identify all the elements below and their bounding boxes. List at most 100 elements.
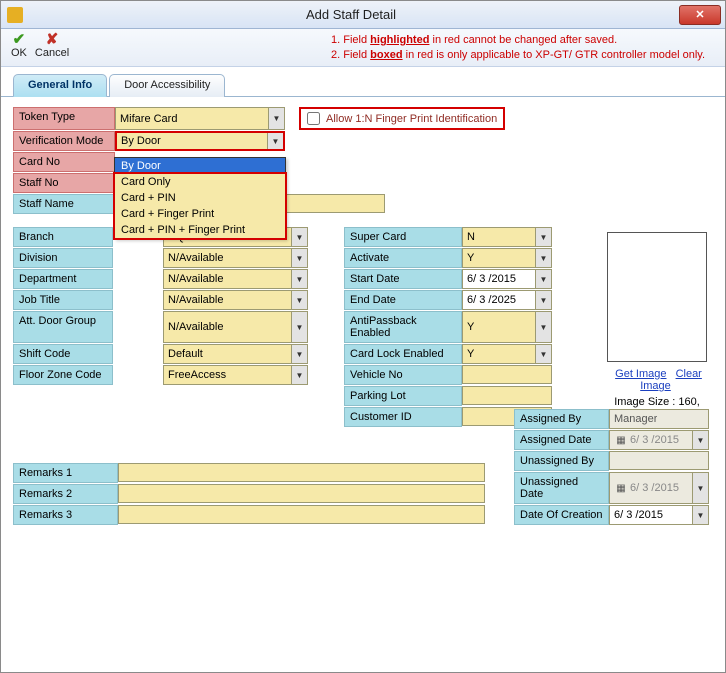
chevron-down-icon: ▼	[267, 133, 283, 149]
staff-name-label: Staff Name	[13, 194, 115, 214]
tab-content: Token Type Mifare Card ▼ Allow 1:N Finge…	[1, 97, 725, 536]
card-lock-select[interactable]: Y▼	[462, 344, 552, 364]
add-staff-window: Add Staff Detail ✕ ✔ OK ✘ Cancel 1. Fiel…	[0, 0, 726, 673]
dropdown-option[interactable]: Card Only	[115, 174, 285, 190]
verification-mode-dropdown[interactable]: By Door Card Only Card + PIN Card + Fing…	[114, 157, 286, 239]
allow-fingerprint-label: Allow 1:N Finger Print Identification	[326, 113, 497, 125]
chevron-down-icon: ▼	[291, 366, 307, 384]
chevron-down-icon: ▼	[692, 506, 708, 524]
notes-text: 1. Field highlighted in red cannot be ch…	[331, 33, 715, 63]
dropdown-option[interactable]: By Door	[115, 158, 285, 174]
job-title-select[interactable]: N/Available▼	[163, 290, 308, 310]
assigned-by-label: Assigned By	[514, 409, 609, 429]
chevron-down-icon: ▼	[692, 473, 708, 503]
super-card-label: Super Card	[344, 227, 462, 247]
chevron-down-icon: ▼	[535, 291, 551, 309]
job-title-label: Job Title	[13, 290, 113, 310]
chevron-down-icon: ▼	[535, 249, 551, 267]
end-date-input[interactable]: 6/ 3 /2025▼	[462, 290, 552, 310]
floor-zone-label: Floor Zone Code	[13, 365, 113, 385]
activate-label: Activate	[344, 248, 462, 268]
calendar-icon: ▦	[614, 483, 628, 494]
remarks3-label: Remarks 3	[13, 505, 118, 525]
date-of-creation-input[interactable]: 6/ 3 /2015▼	[609, 505, 709, 525]
branch-label: Branch	[13, 227, 113, 247]
card-no-label: Card No	[13, 152, 115, 172]
token-type-select[interactable]: Mifare Card ▼	[115, 107, 285, 130]
antipassback-label: AntiPassback Enabled	[344, 311, 462, 343]
ok-button[interactable]: ✔ OK	[11, 33, 27, 59]
chevron-down-icon: ▼	[291, 345, 307, 363]
antipassback-select[interactable]: Y▼	[462, 311, 552, 343]
start-date-input[interactable]: 6/ 3 /2015▼	[462, 269, 552, 289]
chevron-down-icon: ▼	[535, 312, 551, 342]
chevron-down-icon: ▼	[692, 431, 708, 449]
get-image-link[interactable]: Get Image	[615, 368, 666, 380]
unassigned-date-value: ▦ 6/ 3 /2015▼	[609, 472, 709, 504]
department-label: Department	[13, 269, 113, 289]
toolbar: ✔ OK ✘ Cancel 1. Field highlighted in re…	[1, 29, 725, 67]
chevron-down-icon: ▼	[535, 345, 551, 363]
card-lock-label: Card Lock Enabled	[344, 344, 462, 364]
tab-door-accessibility[interactable]: Door Accessibility	[109, 74, 225, 97]
remarks2-input[interactable]	[118, 484, 485, 503]
dropdown-option[interactable]: Card + Finger Print	[115, 206, 285, 222]
shift-code-select[interactable]: Default▼	[163, 344, 308, 364]
window-title: Add Staff Detail	[23, 7, 679, 22]
att-door-group-select[interactable]: N/Available▼	[163, 311, 308, 343]
dropdown-option[interactable]: Card + PIN	[115, 190, 285, 206]
remarks1-label: Remarks 1	[13, 463, 118, 483]
assigned-date-value: ▦ 6/ 3 /2015▼	[609, 430, 709, 450]
date-of-creation-label: Date Of Creation	[514, 505, 609, 525]
chevron-down-icon: ▼	[535, 270, 551, 288]
token-type-label: Token Type	[13, 107, 115, 130]
division-select[interactable]: N/Available▼	[163, 248, 308, 268]
chevron-down-icon: ▼	[535, 228, 551, 246]
allow-fingerprint-box[interactable]: Allow 1:N Finger Print Identification	[299, 107, 505, 130]
dropdown-option[interactable]: Card + PIN + Finger Print	[115, 222, 285, 238]
cancel-button[interactable]: ✘ Cancel	[35, 33, 69, 59]
end-date-label: End Date	[344, 290, 462, 310]
image-panel: Get Image Clear Image Image Size : 160, …	[607, 232, 707, 420]
att-door-group-label: Att. Door Group	[13, 311, 113, 343]
chevron-down-icon: ▼	[268, 108, 284, 129]
assigned-date-label: Assigned Date	[514, 430, 609, 450]
customer-id-label: Customer ID	[344, 407, 462, 427]
chevron-down-icon: ▼	[291, 228, 307, 246]
remarks2-label: Remarks 2	[13, 484, 118, 504]
assignment-block: Assigned By Manager Assigned Date ▦ 6/ 3…	[514, 409, 709, 526]
parking-lot-input[interactable]	[462, 386, 552, 405]
verification-mode-select[interactable]: By Door ▼	[115, 131, 285, 151]
super-card-select[interactable]: N▼	[462, 227, 552, 247]
chevron-down-icon: ▼	[291, 291, 307, 309]
calendar-icon: ▦	[614, 435, 628, 446]
remarks1-input[interactable]	[118, 463, 485, 482]
unassigned-date-label: Unassigned Date	[514, 472, 609, 504]
department-select[interactable]: N/Available▼	[163, 269, 308, 289]
chevron-down-icon: ▼	[291, 312, 307, 342]
ok-label: OK	[11, 47, 27, 59]
cancel-label: Cancel	[35, 47, 69, 59]
unassigned-by-label: Unassigned By	[514, 451, 609, 471]
vehicle-no-label: Vehicle No	[344, 365, 462, 385]
assigned-by-value: Manager	[609, 409, 709, 429]
remarks3-input[interactable]	[118, 505, 485, 524]
chevron-down-icon: ▼	[291, 270, 307, 288]
floor-zone-select[interactable]: FreeAccess▼	[163, 365, 308, 385]
tabstrip: General Info Door Accessibility	[1, 73, 725, 97]
tab-general-info[interactable]: General Info	[13, 74, 107, 97]
app-icon	[7, 7, 23, 23]
chevron-down-icon: ▼	[291, 249, 307, 267]
titlebar: Add Staff Detail ✕	[1, 1, 725, 29]
close-button[interactable]: ✕	[679, 5, 721, 25]
staff-no-label: Staff No	[13, 173, 115, 193]
unassigned-by-value	[609, 451, 709, 470]
division-label: Division	[13, 248, 113, 268]
shift-code-label: Shift Code	[13, 344, 113, 364]
allow-fingerprint-checkbox[interactable]	[307, 112, 320, 125]
x-icon: ✘	[46, 33, 59, 47]
verification-mode-label: Verification Mode	[13, 131, 115, 151]
vehicle-no-input[interactable]	[462, 365, 552, 384]
staff-image-box	[607, 232, 707, 362]
activate-select[interactable]: Y▼	[462, 248, 552, 268]
